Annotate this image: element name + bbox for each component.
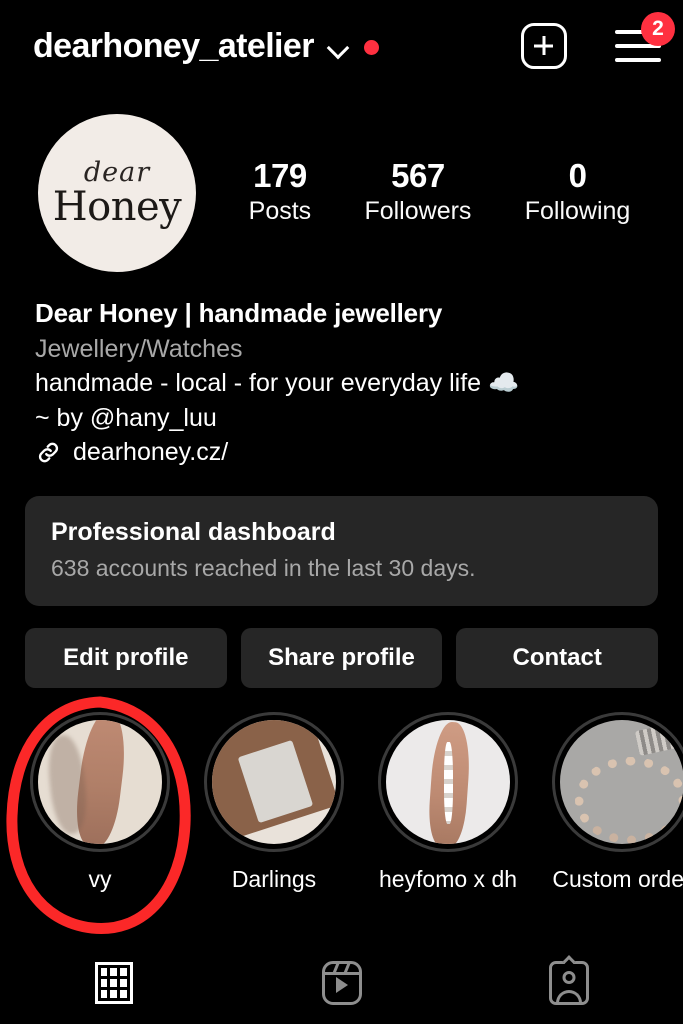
tagged-icon: [549, 954, 590, 1005]
highlight-label: vy: [88, 865, 112, 892]
highlight-vy[interactable]: vy: [26, 711, 174, 893]
reels-icon: [321, 960, 362, 1005]
stat-followers-count: 567: [391, 156, 445, 194]
stat-posts[interactable]: 179 Posts: [249, 157, 312, 230]
highlight-label: heyfomo x dh: [378, 865, 518, 892]
highlight-ring: [378, 711, 518, 852]
account-username[interactable]: dearhoney_atelier: [33, 29, 314, 63]
bio-line-1: handmade - local - for your everyday lif…: [35, 369, 520, 398]
stat-following-label: Following: [524, 197, 631, 226]
dashboard-title: Professional dashboard: [51, 517, 336, 546]
profile-category: Jewellery/Watches: [35, 334, 243, 363]
contact-button[interactable]: Contact: [456, 627, 659, 688]
red-dot-indicator: [363, 39, 379, 55]
stat-following-count: 0: [568, 156, 587, 194]
add-post-icon[interactable]: [521, 23, 567, 69]
username-switcher[interactable]: dearhoney_atelier: [33, 29, 379, 63]
highlight-thumbnail: [38, 719, 162, 844]
highlight-ring: [552, 711, 683, 852]
highlight-thumbnail: [560, 719, 683, 844]
highlight-ring: [204, 711, 344, 852]
bio-section: Dear Honey | handmade jewellery Jeweller…: [0, 272, 683, 468]
avatar[interactable]: dear Honey: [38, 114, 196, 272]
share-profile-button[interactable]: Share profile: [240, 627, 443, 688]
stat-posts-count: 179: [253, 156, 307, 194]
stat-followers[interactable]: 567 Followers: [364, 157, 471, 230]
edit-profile-button[interactable]: Edit profile: [25, 627, 227, 688]
menu-bar: [615, 58, 661, 62]
highlight-label: Custom order: [552, 865, 683, 892]
highlight-thumbnail: [386, 719, 510, 844]
highlight-ring: [30, 711, 170, 852]
story-highlights-row: vy Darlings heyfomo x dh Custom order: [0, 688, 683, 893]
profile-header: dear Honey 179 Posts 567 Followers 0 Fol…: [0, 92, 683, 272]
bottom-tab-bar: [0, 940, 683, 1024]
tab-tagged[interactable]: [455, 941, 683, 1024]
avatar-serif-text: Honey: [52, 184, 182, 230]
grid-icon: [94, 961, 133, 1004]
professional-dashboard-card[interactable]: Professional dashboard 638 accounts reac…: [25, 495, 658, 606]
top-bar: dearhoney_atelier 2: [0, 0, 683, 92]
chevron-down-icon[interactable]: [328, 38, 350, 60]
highlight-label: Darlings: [231, 865, 317, 892]
top-bar-actions: 2: [521, 12, 675, 69]
tab-grid[interactable]: [0, 941, 228, 1024]
tab-reels[interactable]: [228, 941, 456, 1024]
bio-link-text[interactable]: dearhoney.cz/: [73, 437, 228, 468]
dashboard-subtitle: 638 accounts reached in the last 30 days…: [51, 554, 476, 581]
stat-following[interactable]: 0 Following: [525, 157, 631, 230]
bio-line-2: ~ by @hany_luu: [35, 403, 217, 432]
avatar-script-text: dear: [83, 157, 151, 188]
profile-stats: 179 Posts 567 Followers 0 Following: [196, 157, 657, 230]
highlight-darlings[interactable]: Darlings: [200, 711, 348, 893]
highlight-heyfomo[interactable]: heyfomo x dh: [374, 711, 522, 893]
hamburger-menu-icon[interactable]: 2: [615, 12, 675, 64]
stat-posts-label: Posts: [248, 197, 312, 226]
profile-display-name: Dear Honey | handmade jewellery: [35, 298, 443, 328]
bio-external-link[interactable]: dearhoney.cz/: [35, 437, 655, 468]
stat-followers-label: Followers: [364, 197, 472, 226]
highlight-custom-order[interactable]: Custom order: [548, 711, 683, 893]
menu-notification-badge: 2: [641, 12, 675, 46]
profile-action-buttons: Edit profile Share profile Contact: [0, 606, 683, 688]
highlight-thumbnail: [212, 719, 336, 844]
link-icon: [38, 442, 59, 463]
